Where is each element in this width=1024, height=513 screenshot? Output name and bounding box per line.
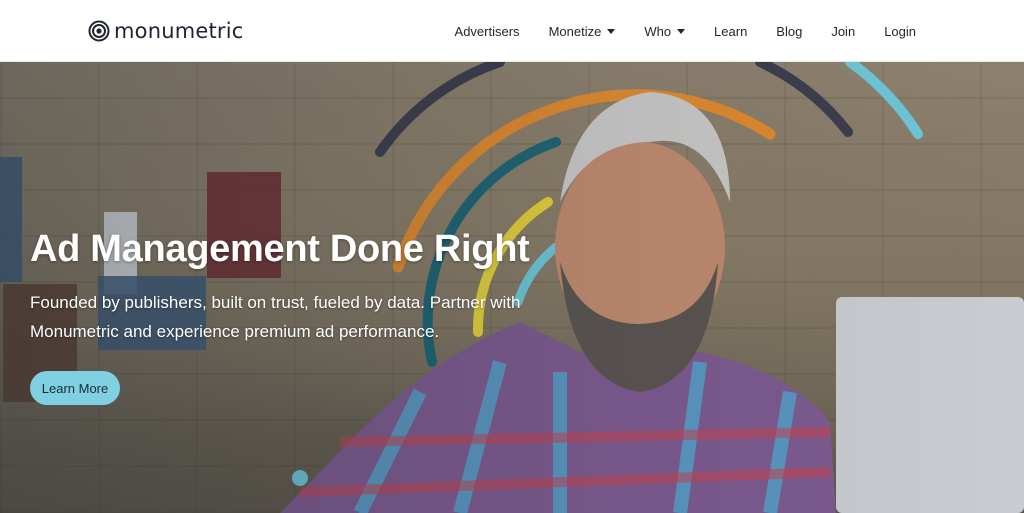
caret-down-icon [677,28,686,34]
hero-title: Ad Management Done Right [30,228,530,270]
nav-item-label: Monetize [548,23,602,39]
nav-item-blog[interactable]: Blog [776,24,802,39]
brand-name: monumetric [114,19,244,43]
nav-item-join[interactable]: Join [831,24,855,39]
site-header: monumetric Advertisers Monetize Who Lear… [0,0,1024,62]
nav-item-learn[interactable]: Learn [714,24,747,39]
brand-logo[interactable]: monumetric [88,18,244,44]
nav-item-label: Login [884,23,916,39]
learn-more-button[interactable]: Learn More [30,371,120,405]
caret-down-icon [607,28,616,34]
hero-subtitle: Founded by publishers, built on trust, f… [30,293,521,341]
nav-item-who[interactable]: Who [644,23,686,39]
nav-item-monetize[interactable]: Monetize [549,24,616,39]
nav-item-advertisers[interactable]: Advertisers [455,24,520,39]
main-nav: Advertisers Monetize Who Learn Blog Join… [455,0,916,62]
nav-item-label: Blog [776,23,803,39]
nav-item-label: Join [831,23,856,39]
concentric-circles-icon [88,20,110,42]
hero-section: Ad Management Done Right Founded by publ… [0,62,1024,513]
nav-item-login[interactable]: Login [884,24,916,39]
nav-item-label: Learn [714,23,748,39]
nav-item-label: Advertisers [454,23,520,39]
nav-item-label: Who [644,23,672,39]
